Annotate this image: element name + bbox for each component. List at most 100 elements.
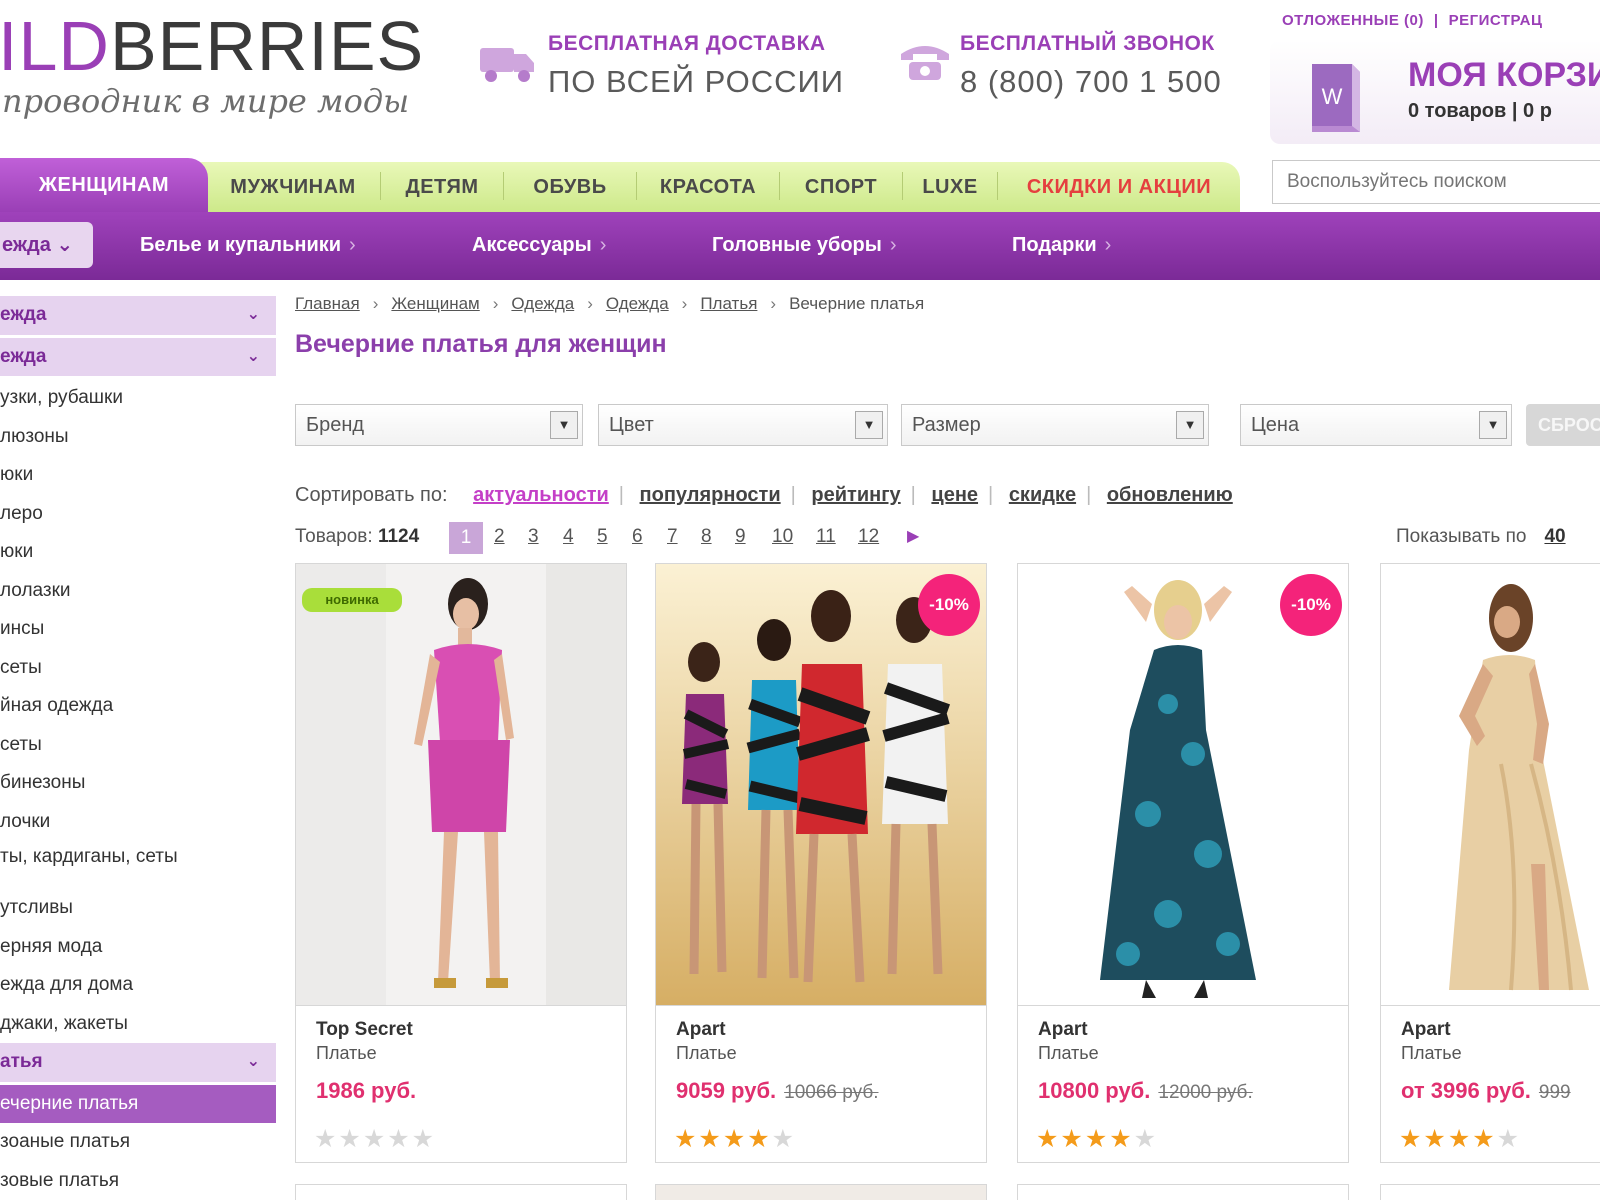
cart-widget[interactable]: W МОЯ КОРЗИ 0 товаров | 0 р [1270,40,1600,144]
tab-divider [380,172,381,200]
sidebar-item[interactable]: ерняя мода [0,928,276,967]
per-page-select[interactable]: 40 [1544,526,1565,547]
tab-sport[interactable]: СПОРТ [781,162,901,212]
product-image[interactable]: новинка [296,564,626,1006]
sidebar-item-dresses[interactable]: атья ⌄ [0,1043,276,1082]
sort-option-popularity[interactable]: популярности [640,484,781,506]
page-link[interactable]: 2 [494,526,505,548]
sidebar-item-clothing-root[interactable]: ежда ⌄ [0,296,276,335]
sort-option-price[interactable]: цене [931,484,978,506]
tab-women[interactable]: ЖЕНЩИНАМ [0,158,208,212]
size-filter[interactable]: Размер ▼ [901,404,1209,446]
sidebar-item[interactable]: сеты [0,726,276,765]
sidebar-item[interactable]: ты, кардиганы, сеты [0,841,276,889]
reset-filters-button[interactable]: СБРОС [1526,404,1600,446]
page-link[interactable]: 5 [597,526,608,548]
free-delivery-promo[interactable]: БЕСПЛАТНАЯ ДОСТАВКА ПО ВСЕЙ РОССИИ [478,28,858,108]
sidebar-item[interactable]: утсливы [0,889,276,928]
logo[interactable]: ILDBERRIES [0,6,424,86]
subnav-accessories[interactable]: Аксессуары › [472,234,606,257]
cart-title: МОЯ КОРЗИ [1408,56,1600,94]
subnav-gifts[interactable]: Подарки › [1012,234,1111,257]
tab-men[interactable]: МУЖЧИНАМ [208,162,378,212]
product-image[interactable]: -10% [1018,564,1348,1006]
sidebar-item[interactable]: джаки, жакеты [0,1005,276,1044]
sidebar-item[interactable]: лочки [0,803,276,842]
sort-option-update[interactable]: обновлению [1107,484,1233,506]
sidebar-item[interactable]: лолазки [0,572,276,611]
product-card-next-row[interactable] [295,1184,627,1200]
sort-option-relevance[interactable]: актуальности [473,484,609,506]
page-link[interactable]: 4 [563,526,574,548]
tab-luxe[interactable]: LUXE [904,162,996,212]
sidebar-item[interactable]: зовые платья [0,1162,276,1200]
page: ILDBERRIES проводник в мире моды БЕСПЛАТ… [0,0,1600,1200]
item-count-value: 1124 [377,526,420,547]
product-brand: Apart [1038,1019,1088,1040]
page-link[interactable]: 3 [528,526,539,548]
brand-filter[interactable]: Бренд ▼ [295,404,583,446]
sidebar-item-evening-dresses[interactable]: ечерние платья [0,1084,276,1123]
sort-option-rating[interactable]: рейтингу [811,484,900,506]
page-link[interactable]: 10 [772,526,793,548]
delivery-small-text: БЕСПЛАТНАЯ ДОСТАВКА [548,32,826,55]
product-card[interactable]: -10% Apart Платье 10800 руб. 12000 руб. ★… [1017,563,1349,1163]
sidebar-item[interactable]: юки [0,456,276,495]
subnav-headwear[interactable]: Головные уборы › [712,234,897,257]
color-filter-label: Цвет [609,414,654,436]
breadcrumb-link[interactable]: Одежда [606,294,669,313]
sidebar-item[interactable]: ежда для дома [0,966,276,1005]
product-card-next-row[interactable] [655,1184,987,1200]
sidebar-item[interactable]: люзоны [0,418,276,457]
product-card-next-row[interactable] [1017,1184,1349,1200]
product-image[interactable] [1381,564,1600,1006]
page-link[interactable]: 9 [735,526,746,548]
top-links: ОТЛОЖЕННЫЕ (0) | РЕГИСТРАЦ [1282,12,1552,29]
sort-option-discount[interactable]: скидке [1009,484,1076,506]
page-link[interactable]: 11 [816,526,836,548]
page-link-current[interactable]: 1 [449,522,483,554]
subcategory-nav: ежда ⌄ Белье и купальники › Аксессуары › Г… [0,212,1600,280]
search-input[interactable] [1272,160,1600,204]
page-link[interactable]: 8 [701,526,712,548]
page-link[interactable]: 7 [667,526,678,548]
dropdown-arrow-icon: ▼ [1176,411,1204,439]
product-card[interactable]: Apart Платье от 3996 руб. 999 ★★★★★ [1380,563,1600,1163]
product-card[interactable]: новинка Top Secret Платье 1986 руб. ★★★★… [295,563,627,1163]
tab-kids[interactable]: ДЕТЯМ [382,162,502,212]
sidebar-item[interactable]: инсы [0,610,276,649]
subnav-lingerie[interactable]: Белье и купальники › [140,234,356,257]
tab-beauty[interactable]: КРАСОТА [638,162,778,212]
page-link[interactable]: 6 [632,526,643,548]
breadcrumb-link[interactable]: Одежда [511,294,574,313]
breadcrumb-link[interactable]: Главная [295,294,360,313]
price-filter[interactable]: Цена ▼ [1240,404,1512,446]
clothing-dropdown[interactable]: ежда ⌄ [0,222,93,268]
color-filter[interactable]: Цвет ▼ [598,404,888,446]
sidebar-item[interactable]: юки [0,533,276,572]
product-card[interactable]: -10% Apart Платье 9059 руб. 10066 руб. ★★… [655,563,987,1163]
breadcrumb-link[interactable]: Женщинам [391,294,479,313]
sidebar-item[interactable]: бинезоны [0,764,276,803]
breadcrumb-separator: › [372,294,379,313]
product-image[interactable]: -10% [656,564,986,1006]
sidebar-item[interactable]: сеты [0,649,276,688]
sidebar-item[interactable]: узки, рубашки [0,379,276,418]
dress-photo-champagne [1381,564,1600,1005]
product-card-next-row[interactable] [1380,1184,1600,1200]
next-page-icon[interactable]: ▶ [907,526,919,546]
register-link[interactable]: РЕГИСТРАЦ [1449,12,1543,29]
sidebar-item[interactable]: йная одежда [0,687,276,726]
product-price: 10800 руб. 12000 руб. [1038,1078,1253,1104]
sidebar-item[interactable]: леро [0,495,276,534]
current-price: 9059 руб. [676,1078,777,1103]
subnav-accessories-label: Аксессуары [472,234,592,256]
sidebar-item-clothing[interactable]: ежда ⌄ [0,337,276,376]
tab-shoes[interactable]: ОБУВЬ [505,162,635,212]
breadcrumb-link[interactable]: Платья [700,294,757,313]
sidebar-item[interactable]: зоаные платья [0,1123,276,1162]
free-call-promo[interactable]: БЕСПЛАТНЫЙ ЗВОНОК 8 (800) 700 1 500 [895,28,1235,108]
page-link[interactable]: 12 [858,526,879,548]
saved-link[interactable]: ОТЛОЖЕННЫЕ (0) [1282,12,1424,29]
tab-sales[interactable]: СКИДКИ И АКЦИИ [999,162,1239,212]
